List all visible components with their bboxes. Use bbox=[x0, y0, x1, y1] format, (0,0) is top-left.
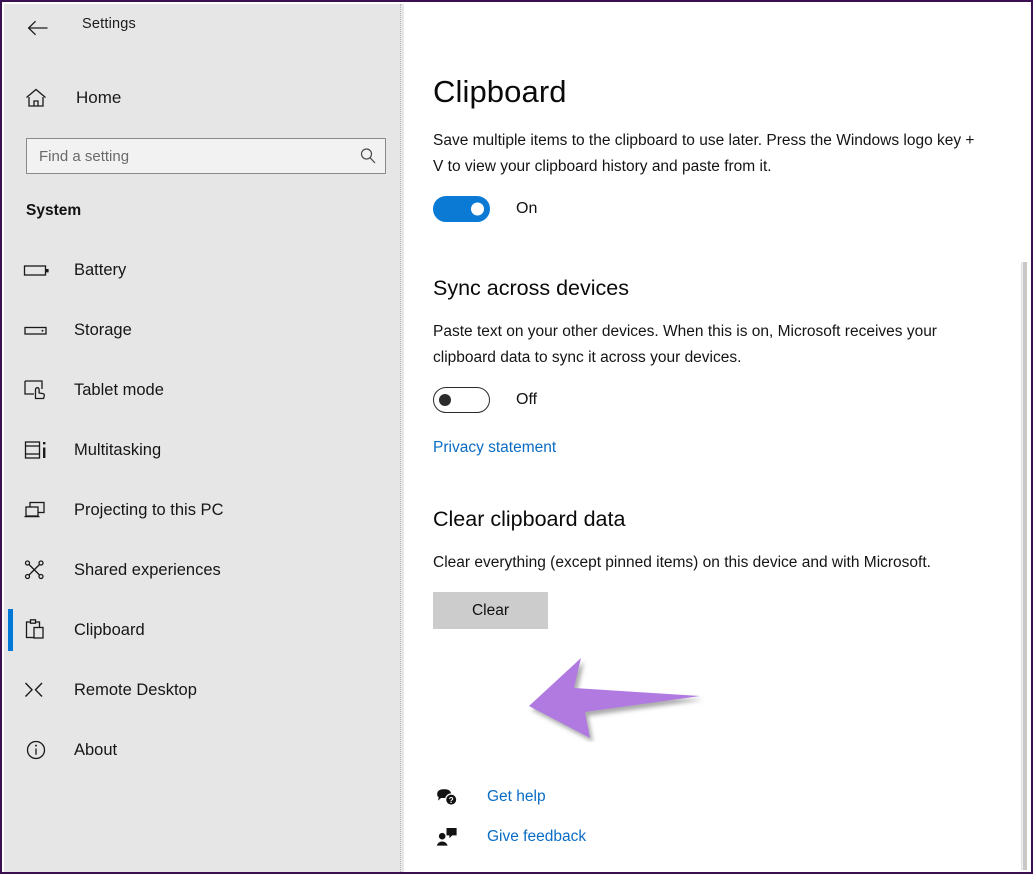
projecting-icon bbox=[20, 498, 54, 522]
sidebar-item-about-label: About bbox=[74, 740, 118, 759]
sync-toggle[interactable] bbox=[433, 387, 490, 413]
sidebar-item-storage[interactable]: Storage bbox=[4, 300, 400, 360]
page-title: Clipboard bbox=[433, 74, 567, 109]
sync-description: Paste text on your other devices. When t… bbox=[433, 323, 937, 366]
navigation-pane: Settings Home System bbox=[4, 4, 404, 872]
clipboard-icon bbox=[20, 618, 54, 642]
get-help-icon: ? bbox=[433, 787, 461, 807]
clear-button[interactable]: Clear bbox=[433, 592, 548, 629]
sidebar-item-battery-label: Battery bbox=[74, 260, 127, 279]
sidebar-item-projecting[interactable]: Projecting to this PC bbox=[4, 480, 400, 540]
privacy-statement-link[interactable]: Privacy statement bbox=[433, 439, 556, 456]
back-arrow-icon bbox=[27, 20, 49, 36]
clear-description: Clear everything (except pinned items) o… bbox=[433, 554, 931, 571]
sidebar-item-multitasking-label: Multitasking bbox=[74, 440, 162, 459]
give-feedback-label: Give feedback bbox=[487, 828, 587, 845]
search-icon[interactable] bbox=[351, 147, 385, 165]
scrollbar-thumb[interactable] bbox=[1023, 262, 1027, 870]
sidebar-item-home-label: Home bbox=[76, 88, 122, 107]
sidebar-item-clipboard[interactable]: Clipboard bbox=[4, 600, 400, 660]
back-button[interactable] bbox=[16, 10, 60, 46]
content-scrollbar[interactable] bbox=[1021, 262, 1027, 870]
clipboard-history-description: Save multiple items to the clipboard to … bbox=[433, 132, 975, 175]
get-help-link[interactable]: ? Get help bbox=[433, 777, 586, 817]
content-pane: Clipboard Save multiple items to the cli… bbox=[404, 4, 1029, 870]
sidebar-item-home[interactable]: Home bbox=[4, 76, 400, 120]
home-icon bbox=[16, 87, 56, 109]
sidebar-items-list: Battery Storage Tablet mode Multitasking… bbox=[4, 240, 400, 780]
search-box[interactable] bbox=[26, 138, 386, 174]
sync-section-title: Sync across devices bbox=[433, 276, 629, 300]
sync-toggle-row: Off bbox=[433, 387, 1003, 413]
sidebar-item-shared-experiences-label: Shared experiences bbox=[74, 560, 221, 579]
sidebar-item-projecting-label: Projecting to this PC bbox=[74, 500, 224, 519]
storage-icon bbox=[20, 320, 54, 340]
sidebar-item-multitasking[interactable]: Multitasking bbox=[4, 420, 400, 480]
help-links: ? Get help Give feedback bbox=[433, 777, 586, 857]
sidebar-item-remote-desktop-label: Remote Desktop bbox=[74, 680, 197, 699]
window-title: Settings bbox=[82, 16, 136, 32]
tablet-mode-icon bbox=[20, 378, 54, 402]
sidebar-item-about[interactable]: About bbox=[4, 720, 400, 780]
give-feedback-icon bbox=[433, 827, 461, 847]
search-input[interactable] bbox=[39, 139, 351, 173]
sidebar-item-tablet-mode-label: Tablet mode bbox=[74, 380, 164, 399]
sidebar-item-battery[interactable]: Battery bbox=[4, 240, 400, 300]
toggle-knob bbox=[439, 394, 451, 406]
sidebar-item-shared-experiences[interactable]: Shared experiences bbox=[4, 540, 400, 600]
clipboard-history-toggle-label: On bbox=[516, 200, 538, 217]
get-help-label: Get help bbox=[487, 788, 546, 805]
content-inner: Clipboard Save multiple items to the cli… bbox=[433, 4, 1003, 629]
toggle-knob bbox=[471, 202, 484, 216]
remote-desktop-icon bbox=[20, 678, 54, 702]
battery-icon bbox=[20, 260, 54, 280]
clipboard-history-toggle[interactable] bbox=[433, 196, 490, 222]
sync-toggle-label: Off bbox=[516, 391, 538, 408]
give-feedback-link[interactable]: Give feedback bbox=[433, 817, 586, 857]
shared-experiences-icon bbox=[20, 558, 54, 582]
sidebar-item-remote-desktop[interactable]: Remote Desktop bbox=[4, 660, 400, 720]
sidebar-item-tablet-mode[interactable]: Tablet mode bbox=[4, 360, 400, 420]
svg-text:?: ? bbox=[449, 796, 454, 805]
clipboard-history-toggle-row: On bbox=[433, 196, 1003, 222]
settings-window: Settings Home System bbox=[0, 0, 1033, 874]
clear-section-title: Clear clipboard data bbox=[433, 507, 626, 531]
about-info-icon bbox=[20, 738, 54, 762]
sidebar-group-header: System bbox=[26, 202, 82, 219]
sidebar-item-storage-label: Storage bbox=[74, 320, 132, 339]
multitasking-icon bbox=[20, 438, 54, 462]
sidebar-item-clipboard-label: Clipboard bbox=[74, 620, 145, 639]
